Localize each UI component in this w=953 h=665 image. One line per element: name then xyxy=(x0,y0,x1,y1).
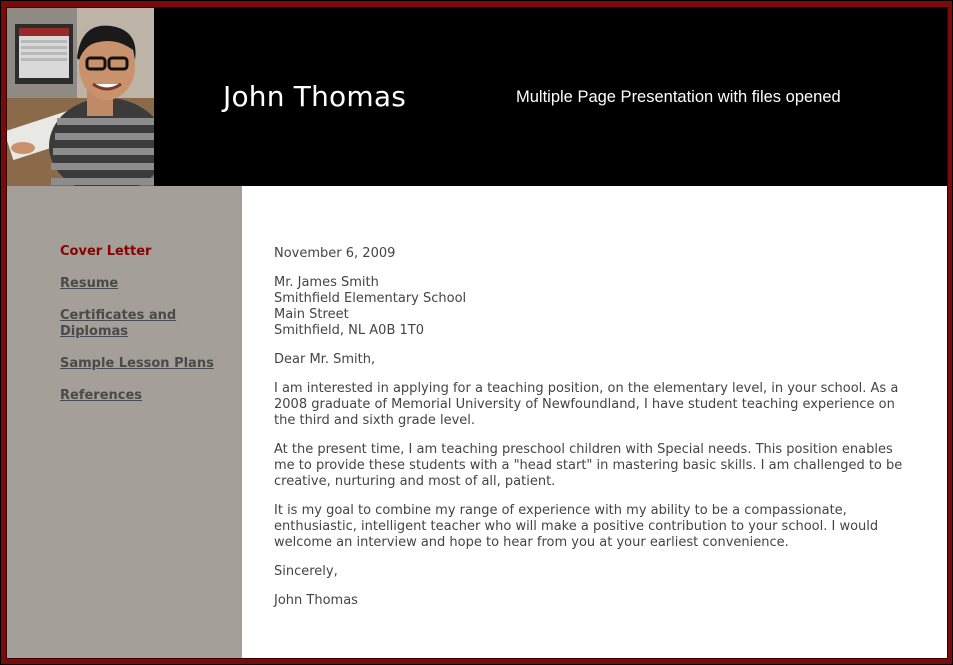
header: John Thomas Multiple Page Presentation w… xyxy=(7,8,947,186)
address-line: Smithfield, NL A0B 1T0 xyxy=(274,323,424,338)
sidebar-nav: Cover Letter Resume Certificates and Dip… xyxy=(60,244,230,420)
sidebar-item-lesson-plans[interactable]: Sample Lesson Plans xyxy=(60,356,230,372)
sidebar: Cover Letter Resume Certificates and Dip… xyxy=(7,186,242,658)
address-line: Main Street xyxy=(274,307,349,322)
letter-paragraph: At the present time, I am teaching presc… xyxy=(274,442,903,489)
letter-address: Mr. James Smith Smithfield Elementary Sc… xyxy=(274,275,914,339)
profile-photo xyxy=(7,8,154,186)
letter-signature: John Thomas xyxy=(274,593,358,608)
cover-letter: November 6, 2009 Mr. James Smith Smithfi… xyxy=(274,246,914,622)
letter-closing: Sincerely, xyxy=(274,564,338,579)
page-title: John Thomas xyxy=(223,80,406,113)
sidebar-item-cover-letter[interactable]: Cover Letter xyxy=(60,244,230,260)
sidebar-item-references[interactable]: References xyxy=(60,388,230,404)
letter-paragraph: I am interested in applying for a teachi… xyxy=(274,381,899,428)
letter-date: November 6, 2009 xyxy=(274,246,396,261)
sidebar-item-certificates[interactable]: Certificates and Diplomas xyxy=(60,308,230,340)
letter-paragraph: It is my goal to combine my range of exp… xyxy=(274,503,879,550)
sidebar-item-resume[interactable]: Resume xyxy=(60,276,230,292)
profile-photo-illustration xyxy=(7,8,154,186)
address-line: Smithfield Elementary School xyxy=(274,291,467,306)
address-line: Mr. James Smith xyxy=(274,275,379,290)
page-subtitle: Multiple Page Presentation with files op… xyxy=(516,88,841,106)
letter-salutation: Dear Mr. Smith, xyxy=(274,352,376,367)
